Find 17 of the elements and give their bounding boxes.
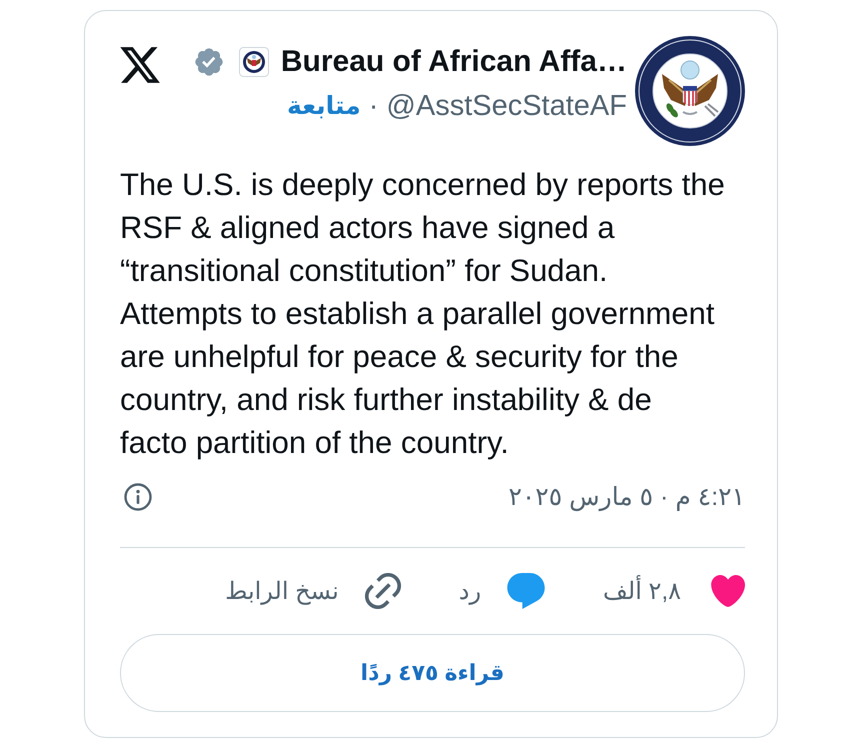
- info-icon[interactable]: [124, 483, 152, 511]
- copy-link-button[interactable]: نسخ الرابط: [225, 573, 401, 609]
- timestamp-link[interactable]: ٤:٢١ م · ٥ مارس ٢٠٢٥: [508, 482, 745, 512]
- author-name[interactable]: Bureau of African Affa…: [280, 42, 627, 82]
- x-logo-icon[interactable]: [120, 47, 160, 83]
- read-replies-button[interactable]: قراءة ٤٧٥ ردًا: [120, 634, 745, 712]
- follow-link[interactable]: متابعة: [287, 91, 361, 121]
- author-handle[interactable]: @AsstSecStateAF: [386, 90, 627, 122]
- heart-icon: [711, 575, 745, 607]
- speech-bubble-icon: [507, 573, 546, 609]
- separator-dot: ·: [368, 90, 378, 122]
- reply-button[interactable]: رد: [458, 573, 546, 609]
- seal-icon: [238, 47, 269, 77]
- post-text: The U.S. is deeply concerned by reports the RSF & aligned actors have signed a “transitional constitution” for Sudan. Attempts to establish a parallel government are unhelpful for peace & security for the country, and risk further instability & de facto partition of the country.: [120, 166, 726, 462]
- seal-drawing[interactable]: [635, 36, 745, 146]
- like-button[interactable]: ٢,٨ ألف: [603, 575, 745, 607]
- link-icon: [364, 573, 401, 609]
